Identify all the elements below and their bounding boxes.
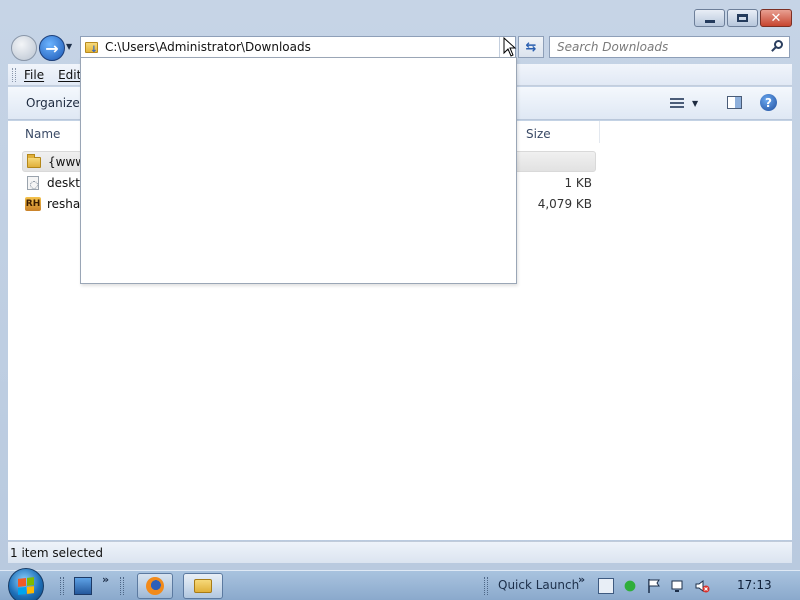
organize-button[interactable]: Organize (26, 96, 80, 110)
menu-grip (12, 67, 16, 82)
refresh-icon: ⇆ (525, 39, 537, 55)
close-button[interactable]: ✕ (760, 9, 792, 27)
security-tray-icon[interactable] (622, 578, 638, 594)
column-divider[interactable] (599, 121, 600, 143)
help-button[interactable]: ? (760, 94, 777, 111)
resource-hacker-icon: RH (25, 196, 41, 211)
mouse-cursor-icon (503, 37, 517, 57)
title-bar[interactable]: ✕ (0, 0, 800, 34)
minimize-icon (704, 19, 715, 23)
column-name[interactable]: Name (25, 127, 60, 141)
taskbar-grip[interactable] (60, 577, 64, 595)
status-bar: 1 item selected (8, 541, 792, 563)
menu-edit[interactable]: Edit (58, 68, 81, 82)
firefox-icon (146, 577, 164, 595)
file-size: 1 KB (564, 175, 592, 190)
preview-pane-button[interactable] (727, 96, 742, 109)
quicklaunch-chevron[interactable]: » (102, 573, 109, 586)
maximize-button[interactable] (727, 9, 758, 27)
column-size[interactable]: Size (526, 127, 551, 141)
chevron-down-icon: ▼ (692, 99, 699, 108)
forward-button[interactable]: → (39, 35, 65, 61)
folder-icon (26, 153, 42, 170)
windows-logo-icon (18, 577, 34, 595)
start-button[interactable] (8, 568, 44, 600)
file-size: 4,079 KB (537, 196, 592, 211)
close-icon: ✕ (770, 10, 782, 26)
volume-muted-icon[interactable] (694, 578, 710, 594)
back-button[interactable] (11, 35, 37, 61)
minimize-button[interactable] (694, 9, 725, 27)
settings-file-icon (25, 175, 41, 191)
action-center-flag-icon[interactable] (646, 578, 662, 594)
caption-buttons: ✕ (694, 9, 792, 27)
taskbar-grip[interactable] (120, 577, 124, 595)
quick-launch-chevron[interactable]: » (578, 573, 585, 586)
explorer-icon (194, 579, 212, 593)
address-text[interactable]: C:\Users\Administrator\Downloads (105, 40, 499, 54)
notes-tray-icon[interactable] (598, 578, 614, 594)
forward-arrow-icon: → (45, 38, 59, 58)
taskbar: » Quick Launch » 17:13 (0, 568, 800, 600)
views-button[interactable]: ▼ (670, 95, 710, 112)
address-autocomplete-dropdown[interactable] (80, 57, 517, 284)
maximize-icon (737, 14, 748, 22)
taskbar-explorer-button[interactable] (183, 573, 223, 599)
status-text: 1 item selected (10, 545, 104, 560)
folder-location-icon: ↓ (84, 39, 100, 55)
search-box[interactable] (549, 36, 790, 58)
search-icon[interactable] (770, 40, 784, 54)
help-icon: ? (765, 95, 772, 110)
menu-file[interactable]: File (24, 68, 44, 82)
address-bar[interactable]: ↓ C:\Users\Administrator\Downloads ▼ (80, 36, 516, 58)
quick-launch-label[interactable]: Quick Launch (498, 578, 579, 592)
show-desktop-icon[interactable] (74, 577, 92, 595)
clock[interactable]: 17:13 (737, 578, 772, 592)
taskbar-firefox-button[interactable] (137, 573, 173, 599)
search-input[interactable] (550, 37, 760, 57)
refresh-button[interactable]: ⇆ (518, 36, 544, 58)
details-view-icon (670, 98, 684, 109)
network-tray-icon[interactable] (670, 578, 686, 594)
recent-pages-button[interactable]: ▼ (66, 42, 76, 52)
taskbar-grip[interactable] (484, 577, 488, 595)
